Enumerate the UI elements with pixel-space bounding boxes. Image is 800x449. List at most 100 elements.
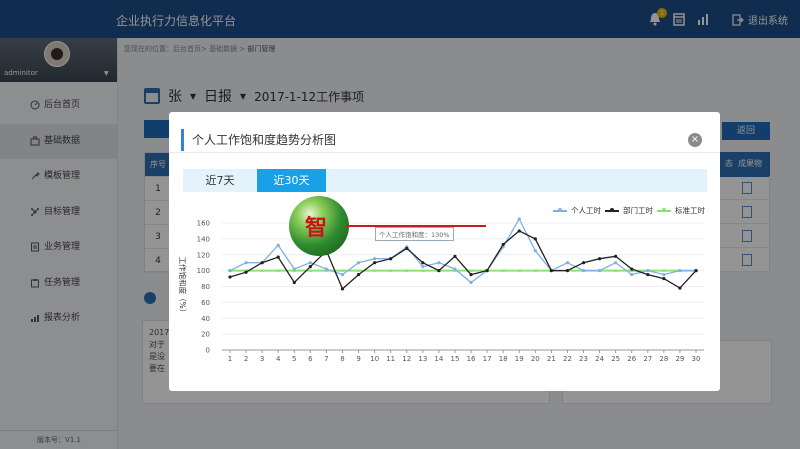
x-tick-label: 17 — [483, 355, 492, 363]
x-tick-label: 24 — [595, 355, 604, 363]
data-point — [373, 257, 377, 261]
x-tick-label: 12 — [402, 355, 411, 363]
data-point — [421, 261, 425, 265]
data-point — [437, 269, 441, 273]
data-point — [340, 269, 345, 272]
data-point — [244, 270, 248, 274]
data-point — [372, 269, 377, 272]
data-point — [549, 269, 553, 273]
logo-underline — [346, 225, 486, 227]
data-point — [661, 269, 666, 272]
data-point — [324, 267, 329, 271]
data-point — [501, 242, 505, 247]
data-point — [228, 269, 232, 273]
data-point — [276, 255, 280, 259]
y-tick-label: 100 — [197, 267, 210, 275]
data-point — [613, 269, 618, 272]
data-point — [517, 217, 521, 221]
x-tick-label: 11 — [386, 355, 395, 363]
data-point — [646, 269, 650, 273]
data-point — [453, 267, 457, 271]
x-tick-label: 4 — [276, 355, 281, 363]
data-point — [485, 269, 489, 273]
x-tick-label: 30 — [692, 355, 701, 363]
data-point — [420, 269, 425, 272]
data-point — [308, 261, 312, 265]
data-point — [228, 275, 232, 279]
data-point — [308, 265, 312, 269]
data-point — [533, 237, 537, 241]
x-tick-label: 21 — [547, 355, 556, 363]
x-tick-label: 10 — [370, 355, 379, 363]
x-tick-label: 26 — [627, 355, 636, 363]
x-tick-label: 3 — [260, 355, 264, 363]
data-point — [597, 269, 602, 273]
data-point — [276, 243, 280, 247]
x-tick-label: 6 — [308, 355, 313, 363]
data-point — [469, 280, 473, 285]
chart-tooltip: 个人工作饱和度：130% — [375, 227, 454, 241]
x-tick-label: 25 — [611, 355, 620, 363]
data-point — [260, 261, 264, 265]
data-point — [581, 261, 586, 265]
data-point — [244, 261, 248, 265]
data-point — [260, 269, 265, 272]
data-point — [340, 287, 345, 291]
x-tick-label: 5 — [292, 355, 296, 363]
x-tick-label: 19 — [515, 355, 524, 363]
data-point — [517, 269, 522, 272]
data-point — [308, 269, 313, 272]
x-tick-label: 29 — [675, 355, 684, 363]
x-tick-label: 1 — [228, 355, 232, 363]
y-tick-label: 60 — [201, 299, 210, 307]
data-point — [405, 246, 409, 250]
data-point — [662, 272, 666, 277]
data-point — [389, 257, 393, 261]
data-point — [565, 269, 570, 273]
data-point — [565, 261, 570, 265]
data-point — [630, 272, 634, 277]
data-point — [581, 269, 586, 273]
data-point — [533, 269, 538, 272]
data-point — [469, 269, 474, 272]
data-point — [469, 272, 473, 277]
data-point — [437, 261, 441, 265]
data-point — [373, 261, 377, 265]
data-point — [678, 269, 682, 273]
x-tick-label: 15 — [451, 355, 460, 363]
data-point — [597, 257, 602, 261]
data-point — [533, 249, 537, 253]
data-point — [662, 276, 666, 281]
logo-char: 智 — [305, 215, 328, 241]
x-tick-label: 16 — [467, 355, 476, 363]
data-point — [356, 261, 361, 265]
x-tick-label: 22 — [563, 355, 572, 363]
data-point — [678, 286, 682, 290]
data-point — [453, 254, 457, 258]
data-point — [404, 269, 409, 272]
y-tick-label: 120 — [197, 251, 210, 259]
data-point — [356, 269, 361, 272]
x-tick-label: 20 — [531, 355, 540, 363]
y-tick-label: 80 — [201, 283, 210, 291]
trend-modal: 个人工作饱和度趋势分析图 × 近7天 近30天 个人工时 部门工时 标准工时 0… — [169, 112, 720, 391]
company-logo: 智 — [289, 196, 349, 256]
data-point — [501, 269, 506, 272]
data-point — [292, 280, 296, 285]
x-tick-label: 8 — [340, 355, 344, 363]
x-tick-label: 2 — [244, 355, 248, 363]
data-point — [517, 229, 521, 233]
y-axis-label: 工作饱和度（%） — [178, 257, 188, 317]
data-point — [388, 269, 393, 272]
data-point — [340, 272, 345, 277]
x-tick-label: 27 — [643, 355, 652, 363]
data-point — [421, 265, 425, 269]
x-tick-label: 28 — [659, 355, 668, 363]
data-point — [356, 272, 361, 277]
x-tick-label: 18 — [499, 355, 508, 363]
data-point — [614, 261, 618, 265]
y-tick-label: 140 — [197, 235, 210, 243]
data-point — [614, 254, 618, 258]
data-point — [292, 267, 296, 271]
x-tick-label: 7 — [324, 355, 328, 363]
